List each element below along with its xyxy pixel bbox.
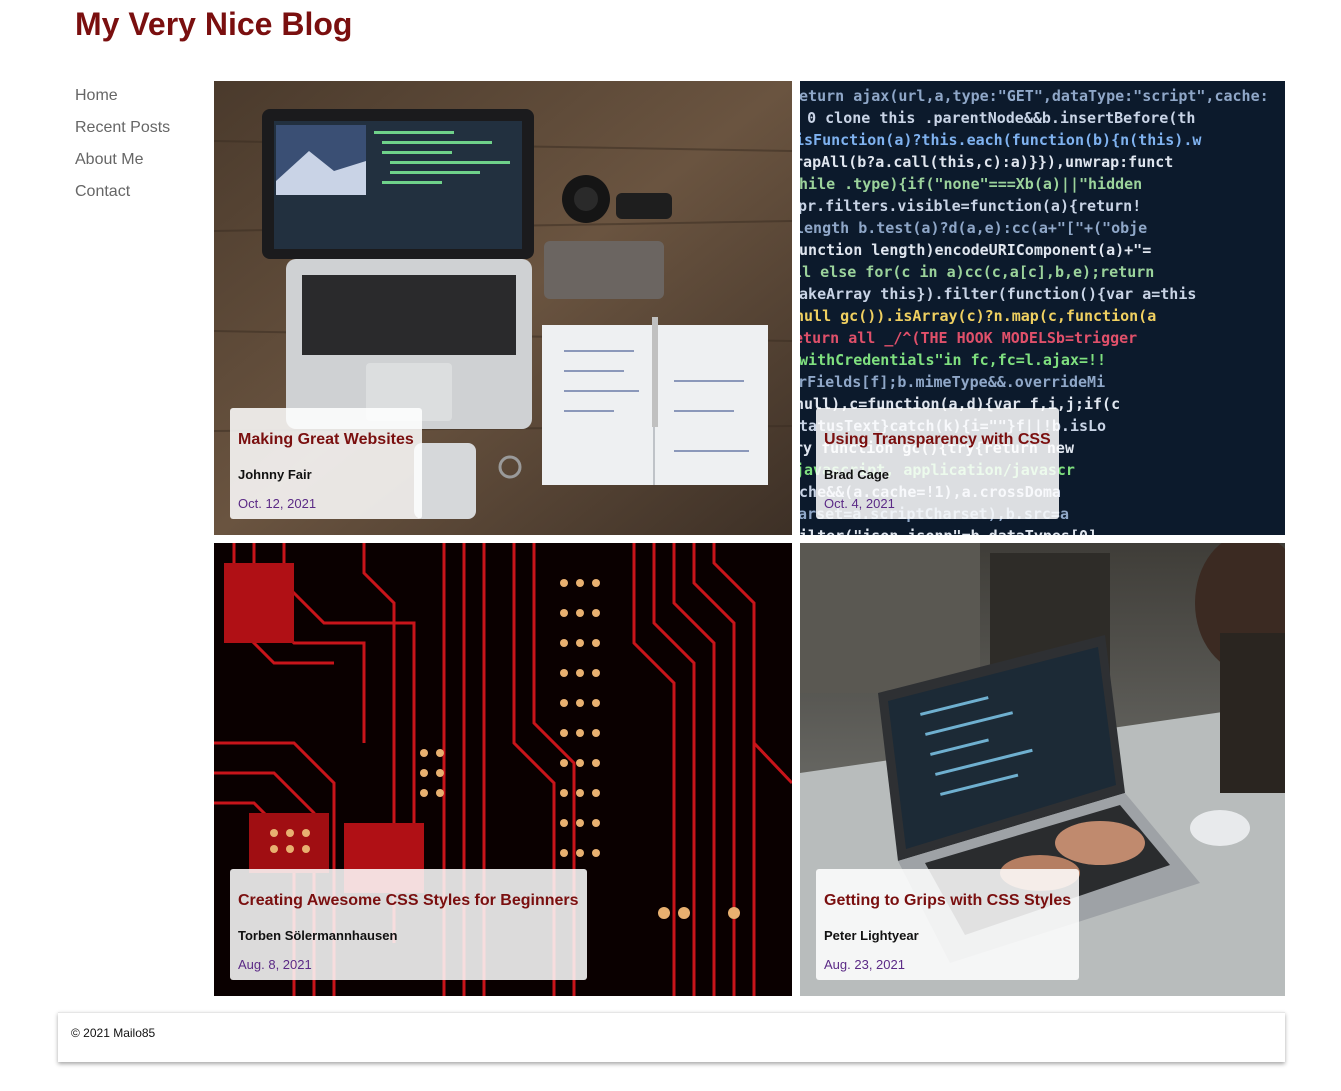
svg-text:expr.filters.visible=function(: expr.filters.visible=function(a){return! bbox=[800, 197, 1141, 215]
nav-item-recent-posts[interactable]: Recent Posts bbox=[75, 116, 170, 148]
post-date: Aug. 23, 2021 bbox=[824, 957, 905, 972]
svg-text:isFunction(a)?this.each(functi: isFunction(a)?this.each(function(b){n(th… bbox=[800, 131, 1202, 149]
svg-text:function length)encodeURICompo: function length)encodeURIComponent(a)+"= bbox=[800, 241, 1151, 259]
sidebar-nav: Home Recent Posts About Me Contact bbox=[75, 84, 170, 212]
svg-text:makeArray this}).filter(functi: makeArray this}).filter(function(){var a… bbox=[800, 285, 1196, 303]
post-card[interactable]: Creating Awesome CSS Styles for Beginner… bbox=[214, 543, 792, 996]
svg-text:length b.test(a)?d(a,e):cc(a+": length b.test(a)?d(a,e):cc(a+"["+("obje bbox=[800, 219, 1147, 237]
post-date: Aug. 8, 2021 bbox=[238, 957, 312, 972]
post-card[interactable]: Making Great Websites Johnny Fair Oct. 1… bbox=[214, 81, 792, 535]
post-author: Johnny Fair bbox=[238, 467, 312, 482]
footer: © 2021 Mailo85 bbox=[58, 1012, 1285, 1062]
svg-text:null else for(c in a)cc(c,a[c]: null else for(c in a)cc(c,a[c],b,e);retu… bbox=[800, 263, 1154, 281]
post-info-box: Using Transparency with CSS Brad Cage Oc… bbox=[816, 408, 1059, 519]
post-author: Peter Lightyear bbox=[824, 928, 919, 943]
blog-page: My Very Nice Blog Home Recent Posts Abou… bbox=[0, 0, 1341, 1091]
post-date: Oct. 12, 2021 bbox=[238, 496, 317, 511]
post-date: Oct. 4, 2021 bbox=[824, 496, 895, 511]
post-title[interactable]: Making Great Websites bbox=[238, 428, 414, 452]
post-info-box: Getting to Grips with CSS Styles Peter L… bbox=[816, 869, 1079, 980]
post-title[interactable]: Using Transparency with CSS bbox=[824, 428, 1051, 452]
svg-text:return all _/^(THE HOOK MODELS: return all _/^(THE HOOK MODELSb=trigger bbox=[800, 329, 1137, 347]
svg-text:null gc()).isArray(c)?n.map(c,: null gc()).isArray(c)?n.map(c,function(a bbox=[800, 307, 1156, 325]
svg-text:wrapAll(b?a.call(this,c):a)}}): wrapAll(b?a.call(this,c):a)}}),unwrap:fu… bbox=[800, 153, 1173, 171]
svg-text:xhrFields[f];b.mimeType&&.over: xhrFields[f];b.mimeType&&.overrideMi bbox=[800, 373, 1105, 391]
post-info-box: Making Great Websites Johnny Fair Oct. 1… bbox=[230, 408, 422, 519]
svg-text:"withCredentials"in fc,fc=l.aj: "withCredentials"in fc,fc=l.ajax=!! bbox=[800, 351, 1106, 369]
post-card[interactable]: Getting to Grips with CSS Styles Peter L… bbox=[800, 543, 1285, 996]
post-card[interactable]: return ajax(url,a,type:"GET",dataType:"s… bbox=[800, 81, 1285, 535]
copyright-text: © 2021 Mailo85 bbox=[71, 1026, 156, 1040]
svg-text:filter("json jsonp"=b.dataType: filter("json jsonp"=b.dataTypes[0] bbox=[800, 527, 1097, 535]
svg-text:eq 0 clone this .parentNode&&b: eq 0 clone this .parentNode&&b.insertBef… bbox=[800, 109, 1195, 127]
post-author: Brad Cage bbox=[824, 467, 890, 482]
post-info-box: Creating Awesome CSS Styles for Beginner… bbox=[230, 869, 587, 980]
post-title[interactable]: Getting to Grips with CSS Styles bbox=[824, 889, 1071, 913]
nav-item-contact[interactable]: Contact bbox=[75, 180, 170, 212]
svg-text:return ajax(url,a,type:"GET",d: return ajax(url,a,type:"GET",dataType:"s… bbox=[800, 87, 1269, 105]
site-title[interactable]: My Very Nice Blog bbox=[75, 6, 352, 43]
post-author: Torben Sölermannhausen bbox=[238, 928, 398, 943]
svg-text:while .type){if("none"===Xb(a): while .type){if("none"===Xb(a)||"hidden bbox=[800, 175, 1142, 194]
post-title[interactable]: Creating Awesome CSS Styles for Beginner… bbox=[238, 889, 579, 913]
nav-item-about-me[interactable]: About Me bbox=[75, 148, 170, 180]
nav-item-home[interactable]: Home bbox=[75, 84, 170, 116]
